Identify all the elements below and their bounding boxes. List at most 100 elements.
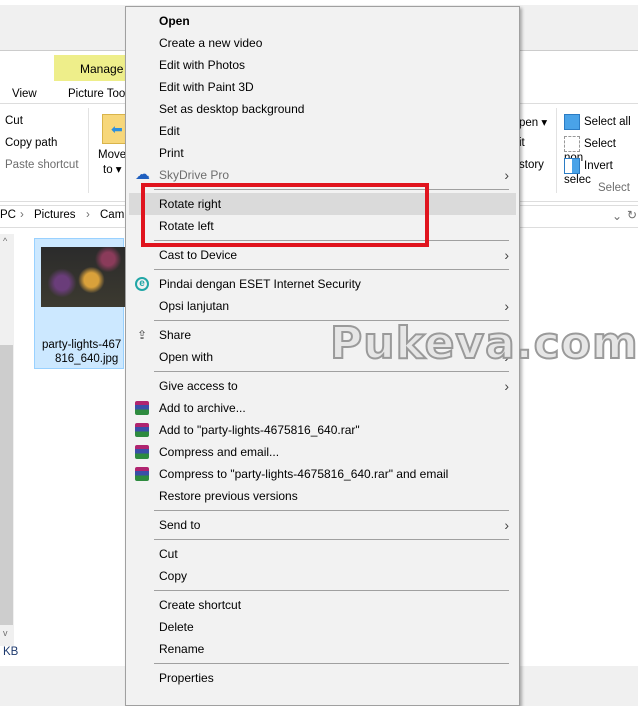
menu-separator — [126, 507, 519, 514]
menu-item-rename[interactable]: Rename — [126, 638, 519, 660]
menu-item-cut[interactable]: Cut — [126, 543, 519, 565]
move-to-icon: ⬅ — [102, 114, 126, 144]
menu-item-label: Restore previous versions — [159, 489, 298, 503]
tab-picture-tools[interactable]: Picture Too — [68, 88, 125, 100]
scrollbar-thumb[interactable] — [0, 345, 13, 625]
copy-path-button[interactable]: Copy path — [5, 137, 57, 149]
menu-item-label: Properties — [159, 671, 214, 685]
chevron-down-icon[interactable]: ⌄ — [612, 209, 622, 223]
winrar-icon — [135, 423, 149, 437]
select-all-button[interactable]: Select all — [564, 114, 631, 130]
chevron-right-icon: › — [504, 298, 509, 314]
menu-separator — [126, 368, 519, 375]
menu-separator — [126, 266, 519, 273]
menu-item-edit-with-paint-3d[interactable]: Edit with Paint 3D — [126, 76, 519, 98]
menu-item-label: Edit with Photos — [159, 58, 246, 72]
winrar-icon — [135, 401, 149, 415]
menu-item-label: Rename — [159, 642, 205, 656]
cloud-icon: ☁ — [135, 166, 150, 183]
menu-item-label: Pindai dengan ESET Internet Security — [159, 277, 361, 291]
menu-item-give-access-to[interactable]: Give access to › — [126, 375, 519, 397]
ribbon-divider — [556, 108, 557, 193]
menu-item-label: Share — [159, 328, 192, 342]
menu-separator — [126, 660, 519, 667]
menu-item-opsi-lanjutan[interactable]: Opsi lanjutan › — [126, 295, 519, 317]
menu-separator — [126, 536, 519, 543]
ribbon-divider — [88, 108, 89, 193]
paste-shortcut-button[interactable]: Paste shortcut — [5, 159, 79, 171]
menu-item-label: Cast to Device — [159, 248, 238, 262]
menu-separator — [126, 587, 519, 594]
menu-item-label: Edit — [159, 124, 180, 138]
scroll-up-icon[interactable]: ^ — [3, 236, 7, 246]
breadcrumb-separator-icon: › — [86, 209, 90, 221]
menu-item-label: Set as desktop background — [159, 102, 305, 116]
cut-button[interactable]: Cut — [5, 115, 23, 127]
menu-item-label: Send to — [159, 518, 201, 532]
winrar-icon — [135, 467, 149, 481]
menu-item-delete[interactable]: Delete — [126, 616, 519, 638]
menu-item-label: Delete — [159, 620, 194, 634]
chevron-right-icon: › — [504, 167, 509, 183]
breadcrumb-pc[interactable]: PC — [0, 209, 16, 221]
menu-item-copy[interactable]: Copy — [126, 565, 519, 587]
menu-item-compress-and-email[interactable]: Compress and email... — [126, 441, 519, 463]
menu-item-label: Open — [159, 14, 190, 28]
menu-item-label: Print — [159, 146, 184, 160]
move-to-button[interactable]: Move — [98, 149, 126, 161]
tab-manage[interactable]: Manage — [54, 55, 134, 81]
share-icon: ⇪ — [136, 328, 148, 342]
chevron-right-icon: › — [504, 378, 509, 394]
menu-item-create-shortcut[interactable]: Create shortcut — [126, 594, 519, 616]
menu-item-properties[interactable]: Properties — [126, 667, 519, 689]
menu-item-label: Opsi lanjutan — [159, 299, 230, 313]
menu-item-add-to-party-lights-4675816-640-rar[interactable]: Add to "party-lights-4675816_640.rar" — [126, 419, 519, 441]
menu-item-restore-previous-versions[interactable]: Restore previous versions — [126, 485, 519, 507]
menu-item-cast-to-device[interactable]: Cast to Device › — [126, 244, 519, 266]
status-bar-size: KB — [3, 646, 19, 658]
menu-item-label: Open with — [159, 350, 214, 364]
menu-item-pindai-dengan-eset-internet-security[interactable]: e Pindai dengan ESET Internet Security — [126, 273, 519, 295]
tab-view[interactable]: View — [12, 88, 37, 100]
menu-item-open[interactable]: Open — [126, 10, 519, 32]
refresh-icon[interactable]: ↻ — [627, 208, 637, 222]
menu-item-label: Compress and email... — [159, 445, 280, 459]
tab-label: Manage — [80, 62, 124, 76]
file-name-line1: party-lights-467 — [42, 339, 122, 351]
menu-item-label: SkyDrive Pro — [159, 168, 230, 182]
file-item[interactable]: party-lights-467 816_640.jpg — [34, 238, 125, 369]
menu-item-edit[interactable]: Edit — [126, 120, 519, 142]
breadcrumb-pictures[interactable]: Pictures — [34, 209, 76, 221]
menu-item-compress-to-party-lights-4675816-640-rar[interactable]: Compress to "party-lights-4675816_640.ra… — [126, 463, 519, 485]
menu-item-label: Compress to "party-lights-4675816_640.ra… — [159, 467, 449, 481]
menu-item-label: Give access to — [159, 379, 238, 393]
move-to-dropdown[interactable]: to ▾ — [103, 162, 122, 176]
menu-item-label: Create shortcut — [159, 598, 242, 612]
winrar-icon — [135, 445, 149, 459]
menu-item-label: Cut — [159, 547, 178, 561]
file-thumbnail — [41, 247, 125, 307]
menu-item-print[interactable]: Print — [126, 142, 519, 164]
menu-item-label: Edit with Paint 3D — [159, 80, 254, 94]
menu-item-create-a-new-video[interactable]: Create a new video — [126, 32, 519, 54]
chevron-right-icon: › — [504, 517, 509, 533]
select-group-label: Select — [598, 182, 630, 194]
chevron-right-icon: › — [504, 247, 509, 263]
scroll-down-icon[interactable]: v — [3, 628, 8, 638]
breadcrumb-camera[interactable]: Cam — [100, 209, 124, 221]
history-button[interactable]: story — [519, 159, 544, 171]
select-all-icon — [564, 114, 580, 130]
breadcrumb-separator-icon: › — [20, 209, 24, 221]
menu-item-add-to-archive[interactable]: Add to archive... — [126, 397, 519, 419]
watermark: Pukeva.com — [329, 317, 638, 370]
menu-item-label: Add to "party-lights-4675816_640.rar" — [159, 423, 360, 437]
menu-item-edit-with-photos[interactable]: Edit with Photos — [126, 54, 519, 76]
menu-item-label: Create a new video — [159, 36, 263, 50]
menu-item-set-as-desktop-background[interactable]: Set as desktop background — [126, 98, 519, 120]
open-button[interactable]: pen ▾ — [519, 115, 547, 129]
menu-item-label: Add to archive... — [159, 401, 246, 415]
select-none-icon — [564, 136, 580, 152]
invert-selection-icon — [564, 158, 580, 174]
menu-item-send-to[interactable]: Send to › — [126, 514, 519, 536]
menu-item-label: Copy — [159, 569, 188, 583]
